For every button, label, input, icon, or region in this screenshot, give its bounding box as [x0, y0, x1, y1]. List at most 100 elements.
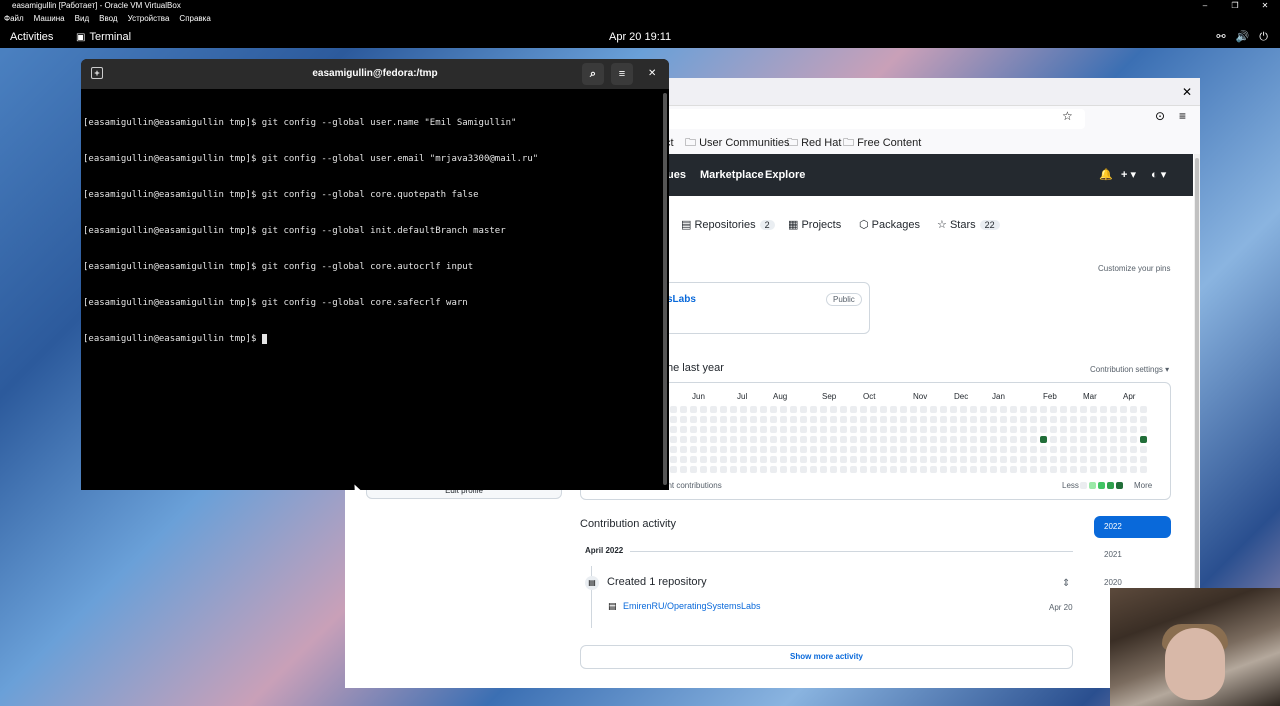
contribution-day[interactable] — [1050, 416, 1057, 423]
contribution-day[interactable] — [940, 406, 947, 413]
contribution-day[interactable] — [910, 446, 917, 453]
contribution-day[interactable] — [860, 446, 867, 453]
contribution-day[interactable] — [860, 426, 867, 433]
contribution-day[interactable] — [1140, 466, 1147, 473]
contribution-day[interactable] — [960, 466, 967, 473]
tab-packages[interactable]: ⬡ Packages — [859, 218, 920, 231]
contribution-day[interactable] — [800, 416, 807, 423]
clock[interactable]: Apr 20 19:11 — [609, 26, 671, 48]
contribution-day[interactable] — [880, 466, 887, 473]
contribution-day[interactable] — [790, 406, 797, 413]
contribution-day[interactable] — [980, 456, 987, 463]
contribution-day[interactable] — [1040, 436, 1047, 443]
menu-icon[interactable]: ≡ — [611, 63, 633, 85]
contribution-day[interactable] — [1090, 446, 1097, 453]
contribution-day[interactable] — [1020, 426, 1027, 433]
contribution-day[interactable] — [810, 406, 817, 413]
contribution-day[interactable] — [740, 446, 747, 453]
contribution-day[interactable] — [940, 466, 947, 473]
graph-footer-link[interactable]: ent contributions — [663, 481, 722, 490]
contribution-day[interactable] — [1090, 466, 1097, 473]
hamburger-menu-icon[interactable]: ≡ — [1179, 109, 1186, 123]
contribution-day[interactable] — [760, 446, 767, 453]
contribution-day[interactable] — [860, 416, 867, 423]
contribution-day[interactable] — [950, 406, 957, 413]
contribution-day[interactable] — [980, 426, 987, 433]
contribution-day[interactable] — [1070, 406, 1077, 413]
contribution-day[interactable] — [1000, 456, 1007, 463]
contribution-day[interactable] — [670, 416, 677, 423]
contribution-day[interactable] — [970, 456, 977, 463]
contribution-day[interactable] — [830, 426, 837, 433]
contribution-day[interactable] — [1100, 426, 1107, 433]
bookmark-red-hat[interactable]: 🗀 Red Hat — [787, 132, 841, 154]
contribution-day[interactable] — [1130, 426, 1137, 433]
contribution-day[interactable] — [1080, 436, 1087, 443]
contribution-day[interactable] — [940, 456, 947, 463]
contribution-day[interactable] — [1050, 466, 1057, 473]
url-field[interactable] — [645, 109, 1085, 129]
contribution-day[interactable] — [910, 426, 917, 433]
contribution-day[interactable] — [700, 466, 707, 473]
contribution-day[interactable] — [870, 426, 877, 433]
contribution-day[interactable] — [1010, 406, 1017, 413]
tab-repositories[interactable]: ▤ Repositories 2 — [681, 218, 775, 231]
contribution-day[interactable] — [790, 456, 797, 463]
contribution-day[interactable] — [880, 416, 887, 423]
contribution-day[interactable] — [670, 446, 677, 453]
contribution-day[interactable] — [960, 446, 967, 453]
bell-icon[interactable]: 🔔 — [1099, 154, 1113, 196]
contribution-day[interactable] — [780, 446, 787, 453]
contribution-day[interactable] — [920, 436, 927, 443]
contribution-day[interactable] — [830, 466, 837, 473]
contribution-day[interactable] — [810, 456, 817, 463]
contribution-day[interactable] — [690, 456, 697, 463]
contribution-day[interactable] — [960, 436, 967, 443]
contribution-day[interactable] — [870, 456, 877, 463]
contribution-day[interactable] — [1090, 426, 1097, 433]
contribution-day[interactable] — [670, 436, 677, 443]
contribution-day[interactable] — [870, 416, 877, 423]
contribution-day[interactable] — [860, 456, 867, 463]
contribution-day[interactable] — [1070, 466, 1077, 473]
terminal-output[interactable]: [easamigullin@easamigullin tmp]$ git con… — [83, 93, 663, 369]
contribution-day[interactable] — [690, 416, 697, 423]
contribution-day[interactable] — [970, 446, 977, 453]
contribution-day[interactable] — [1080, 466, 1087, 473]
contribution-day[interactable] — [860, 436, 867, 443]
contribution-day[interactable] — [730, 436, 737, 443]
contribution-day[interactable] — [1040, 426, 1047, 433]
contribution-day[interactable] — [920, 416, 927, 423]
contribution-day[interactable] — [950, 426, 957, 433]
contribution-day[interactable] — [740, 466, 747, 473]
contribution-day[interactable] — [830, 446, 837, 453]
contribution-day[interactable] — [840, 456, 847, 463]
bookmark-user-communities[interactable]: 🗀 User Communities — [685, 132, 790, 154]
contribution-day[interactable] — [1080, 446, 1087, 453]
contribution-day[interactable] — [1090, 436, 1097, 443]
contribution-day[interactable] — [1060, 426, 1067, 433]
contribution-day[interactable] — [1040, 406, 1047, 413]
contribution-day[interactable] — [800, 436, 807, 443]
contribution-day[interactable] — [990, 416, 997, 423]
contribution-day[interactable] — [750, 416, 757, 423]
contribution-day[interactable] — [1110, 406, 1117, 413]
contribution-day[interactable] — [960, 456, 967, 463]
contribution-day[interactable] — [890, 406, 897, 413]
contribution-day[interactable] — [740, 456, 747, 463]
contribution-day[interactable] — [1060, 416, 1067, 423]
contribution-day[interactable] — [1120, 416, 1127, 423]
contribution-day[interactable] — [690, 436, 697, 443]
contribution-day[interactable] — [800, 456, 807, 463]
contribution-day[interactable] — [960, 426, 967, 433]
contribution-day[interactable] — [890, 426, 897, 433]
contribution-day[interactable] — [940, 436, 947, 443]
contribution-day[interactable] — [830, 406, 837, 413]
contribution-day[interactable] — [810, 466, 817, 473]
contribution-day[interactable] — [1050, 406, 1057, 413]
contribution-day[interactable] — [1020, 406, 1027, 413]
contribution-day[interactable] — [710, 416, 717, 423]
contribution-day[interactable] — [790, 436, 797, 443]
contribution-day[interactable] — [930, 416, 937, 423]
contribution-day[interactable] — [1010, 466, 1017, 473]
